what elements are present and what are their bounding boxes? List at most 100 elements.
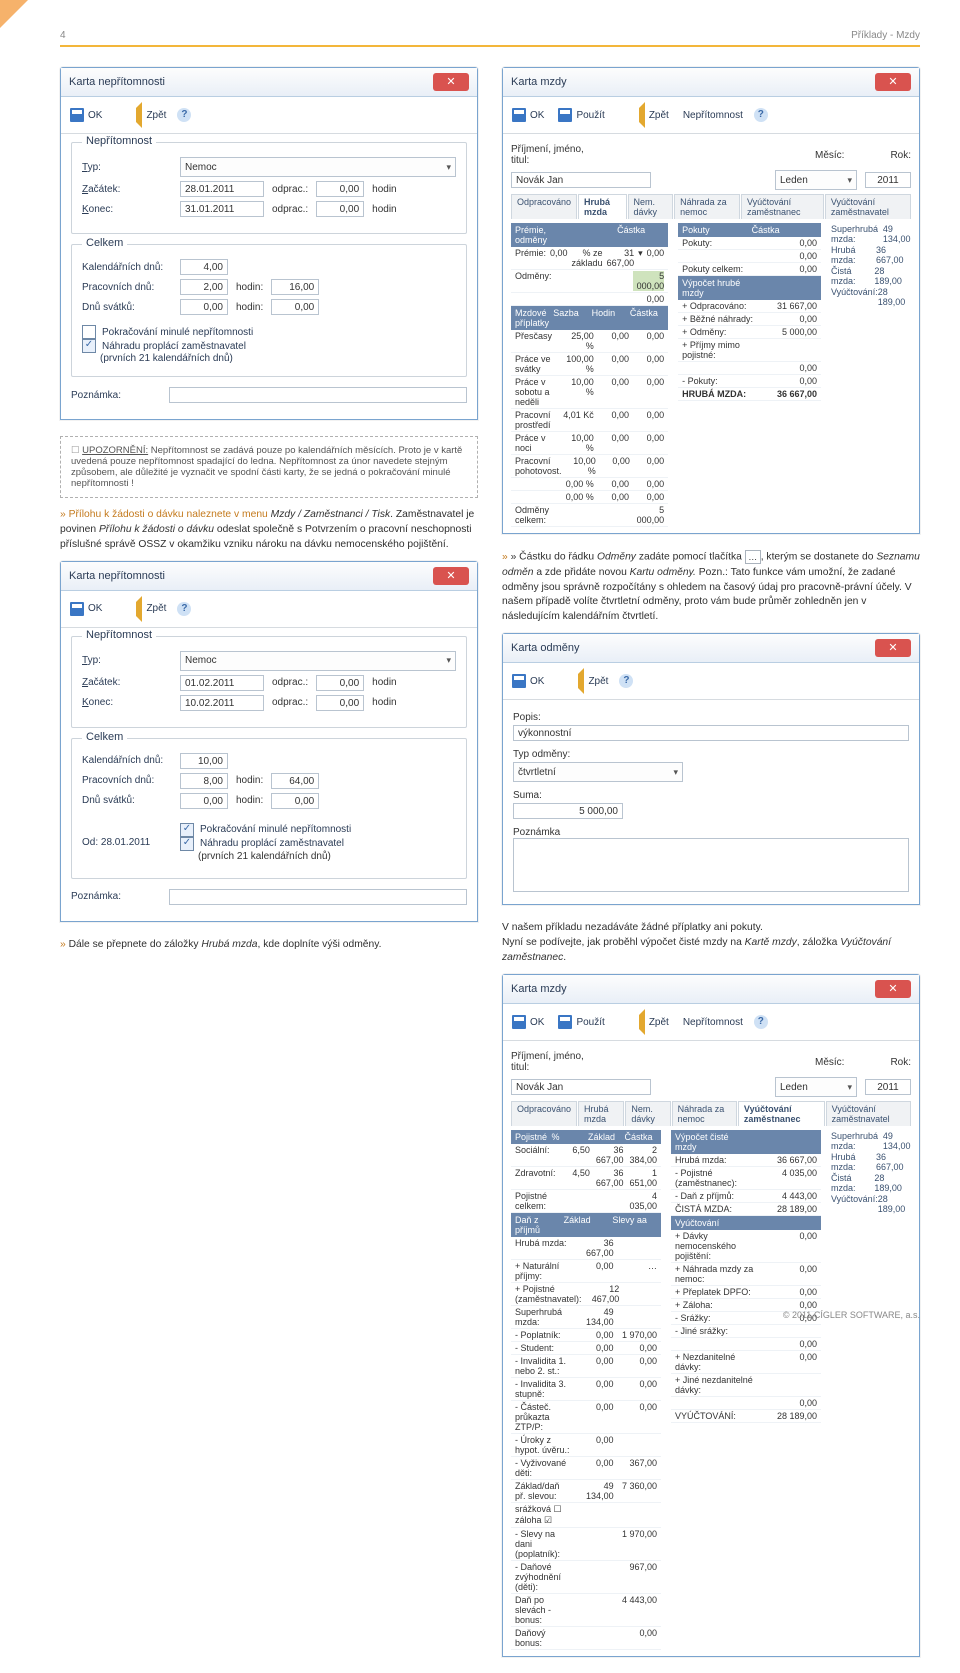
- table-row: Superhrubá mzda:49 134,00: [511, 1306, 661, 1329]
- table-row: Práce ve svátky100,00 %0,000,00: [511, 353, 668, 376]
- back-button[interactable]: Zpět: [555, 667, 611, 695]
- name-input[interactable]: Novák Jan: [511, 172, 651, 188]
- back-button[interactable]: Zpět: [616, 101, 672, 129]
- poznamka-label: Poznámka:: [71, 390, 161, 401]
- close-icon[interactable]: ✕: [433, 567, 469, 585]
- poznamka-input[interactable]: [169, 387, 467, 403]
- warning-lead: UPOZORNĚNÍ:: [82, 445, 148, 456]
- table-row: srážková ☐ záloha ☑: [511, 1503, 661, 1528]
- back-icon: [116, 102, 142, 128]
- zacatek-hodin-input[interactable]: 0,00: [316, 181, 364, 197]
- od-label: Od: 28.01.2011: [82, 837, 172, 848]
- table-row: Práce v sobotu a neděli10,00 %0,000,00: [511, 376, 668, 409]
- chk-nahrada[interactable]: Náhradu proplácí zaměstnavatel: [180, 837, 456, 851]
- decor-corner: [0, 0, 28, 28]
- zacatek-input[interactable]: 01.02.2011: [180, 675, 264, 691]
- chk-pokracovani[interactable]: Pokračování minulé nepřítomnosti: [180, 823, 456, 837]
- more-icon[interactable]: …: [745, 550, 761, 564]
- pracdnu-input[interactable]: 2,00: [180, 279, 228, 295]
- tab-vy-tov-n-zam-stnavatel[interactable]: Vyúčtování zaměstnavatel: [825, 194, 911, 219]
- konec-input[interactable]: 10.02.2011: [180, 695, 264, 711]
- checkbox-icon: [82, 325, 96, 339]
- nepritomnost-button[interactable]: Nepřítomnost: [680, 1016, 746, 1029]
- tab-vy-tov-n-zam-stnanec[interactable]: Vyúčtování zaměstnanec: [741, 194, 824, 219]
- ok-button[interactable]: OK: [509, 673, 547, 689]
- hodin-label: hodin: [372, 184, 396, 195]
- close-icon[interactable]: ✕: [875, 639, 911, 657]
- table-row: 0,00 %0,000,00: [511, 478, 668, 491]
- tab-nem-d-vky[interactable]: Nem. dávky: [628, 194, 674, 219]
- svatku-input[interactable]: 0,00: [180, 299, 228, 315]
- table-row: + Přeplatek DPFO:0,00: [671, 1286, 821, 1299]
- tab-vy-tov-n-zam-stnanec[interactable]: Vyúčtování zaměstnanec: [738, 1101, 825, 1126]
- mesic-select[interactable]: Leden▾: [775, 170, 857, 190]
- tab-nem-d-vky[interactable]: Nem. dávky: [625, 1101, 670, 1126]
- rok-input[interactable]: 2011: [865, 172, 911, 188]
- table-row: + Příjmy mimo pojistné:: [678, 339, 821, 362]
- typ-label: Typ:: [82, 162, 172, 173]
- typ-odmeny-select[interactable]: čtvrtletní▾: [513, 762, 683, 782]
- ok-button[interactable]: OK: [67, 601, 105, 617]
- celkem-group: Celkem Kalendářních dnů:4,00 Pracovních …: [71, 244, 467, 377]
- tab-odpracov-no[interactable]: Odpracováno: [511, 194, 577, 219]
- absence-card-window-1: Karta nepřítomnosti ✕ OK Zpět ? Nepřítom…: [60, 67, 478, 420]
- ok-button[interactable]: OK: [509, 1014, 547, 1030]
- tab-vy-tov-n-zam-stnavatel[interactable]: Vyúčtování zaměstnavatel: [826, 1101, 911, 1126]
- pouzit-button[interactable]: Použít: [555, 107, 607, 123]
- priplatek-header: Mzdové příplatkySazbaHodinČástka: [511, 306, 668, 330]
- warning-note: ☐ UPOZORNĚNÍ: Nepřítomnost se zadává pou…: [60, 436, 478, 498]
- chk-nahrada[interactable]: Náhradu proplácí zaměstnavatel: [82, 339, 456, 353]
- close-icon[interactable]: ✕: [875, 73, 911, 91]
- konec-hodin-input[interactable]: 0,00: [316, 201, 364, 217]
- back-button[interactable]: Zpět: [113, 101, 169, 129]
- prach-input[interactable]: 16,00: [271, 279, 319, 295]
- help-icon[interactable]: ?: [754, 108, 768, 122]
- close-icon[interactable]: ✕: [433, 73, 469, 91]
- table-row: - Invalidita 3. stupně:0,000,00: [511, 1378, 661, 1401]
- page-number: 4: [60, 30, 66, 41]
- tab-hrub-mzda[interactable]: Hrubá mzda: [578, 1101, 624, 1126]
- help-icon[interactable]: ?: [754, 1015, 768, 1029]
- typ-select[interactable]: Nemoc▾: [180, 157, 456, 177]
- konec-input[interactable]: 31.01.2011: [180, 201, 264, 217]
- nepritomnost-button[interactable]: Nepřítomnost: [680, 109, 746, 122]
- chk-pokracovani[interactable]: Pokračování minulé nepřítomnosti: [82, 325, 456, 339]
- save-icon: [70, 602, 84, 616]
- close-icon[interactable]: ✕: [875, 980, 911, 998]
- table-row: Pracovní pohotovost.10,00 %0,000,00: [511, 455, 668, 478]
- ok-button[interactable]: OK: [67, 107, 105, 123]
- window-title: Karta nepřítomnosti: [69, 76, 165, 88]
- zacatek-input[interactable]: 28.01.2011: [180, 181, 264, 197]
- table-row: 0,00: [671, 1397, 821, 1410]
- page: 4 Příklady - Mzdy Karta nepřítomnosti ✕ …: [0, 0, 960, 1332]
- page-header-right: Příklady - Mzdy: [851, 30, 920, 41]
- tab-hrub-mzda[interactable]: Hrubá mzda: [578, 194, 626, 219]
- table-row: - Pojistné (zaměstnanec):4 035,00: [671, 1167, 821, 1190]
- tab-strip: OdpracovánoHrubá mzdaNem. dávkyNáhrada z…: [511, 194, 911, 219]
- table-row: - Částeč. průkazta ZTP/P:0,000,00: [511, 1401, 661, 1434]
- ok-button[interactable]: OK: [509, 107, 547, 123]
- help-icon[interactable]: ?: [619, 674, 633, 688]
- table-row: + Naturální příjmy:0,00…: [511, 1260, 661, 1283]
- svh-input[interactable]: 0,00: [271, 299, 319, 315]
- help-icon[interactable]: ?: [177, 602, 191, 616]
- poznamka-textarea[interactable]: [513, 838, 909, 892]
- back-button[interactable]: Zpět: [113, 595, 169, 623]
- popis-input[interactable]: výkonnostní: [513, 725, 909, 741]
- table-row: - Pokuty:0,00: [678, 375, 821, 388]
- suma-input[interactable]: 5 000,00: [513, 803, 623, 819]
- tab-odpracov-no[interactable]: Odpracováno: [511, 1101, 577, 1126]
- table-row: + Nezdanitelné dávky:0,00: [671, 1351, 821, 1374]
- absence-card-window-2: Karta nepřítomnosti✕ OK Zpět ? Nepřítomn…: [60, 561, 478, 922]
- back-button[interactable]: Zpět: [616, 1008, 672, 1036]
- kaldnu-input[interactable]: 4,00: [180, 259, 228, 275]
- tab-n-hrada-za-nemoc[interactable]: Náhrada za nemoc: [674, 194, 740, 219]
- tab-n-hrada-za-nemoc[interactable]: Náhrada za nemoc: [672, 1101, 737, 1126]
- odprac-label: odprac.:: [272, 184, 308, 195]
- table-row: - Vyživované děti:0,00367,00: [511, 1457, 661, 1480]
- pouzit-button[interactable]: Použít: [555, 1014, 607, 1030]
- help-icon[interactable]: ?: [177, 108, 191, 122]
- table-row: + Pojistné (zaměstnavatel):12 467,00: [511, 1283, 661, 1306]
- typ-select[interactable]: Nemoc▾: [180, 651, 456, 671]
- bonus-card-window: Karta odměny✕ OK Zpět ? Popis: výkonnost…: [502, 633, 920, 905]
